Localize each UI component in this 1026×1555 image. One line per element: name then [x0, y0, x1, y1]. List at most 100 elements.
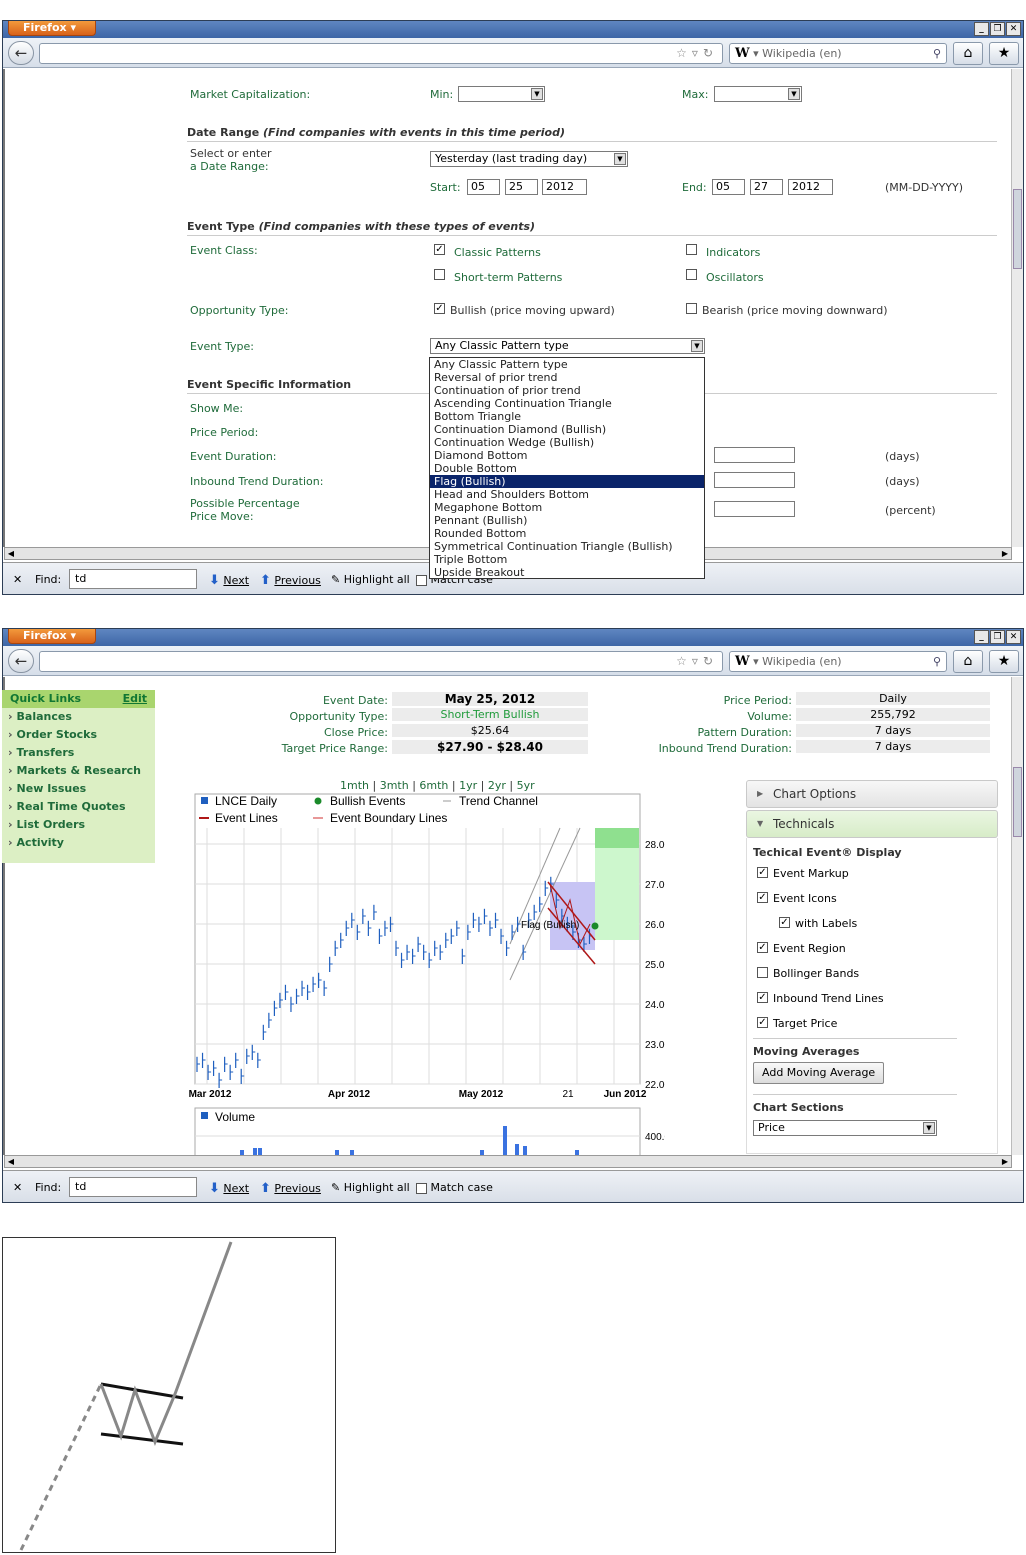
firefox-menu-button-2[interactable]: Firefox ▾ [8, 629, 96, 644]
technical-option[interactable]: ✓ Event Icons [747, 886, 997, 911]
bookmarks-button[interactable]: ★ [989, 42, 1019, 65]
dropdown-option[interactable]: Any Classic Pattern type [430, 358, 704, 371]
horizontal-scrollbar-2[interactable]: ◀ ▶ [4, 1155, 1012, 1168]
dropdown-option[interactable]: Diamond Bottom [430, 449, 704, 462]
quick-link-item[interactable]: Activity [2, 834, 155, 852]
close-find-icon-2[interactable]: ✕ [13, 1181, 22, 1194]
url-input-2[interactable]: ☆▿↻ [39, 651, 723, 672]
restore-icon-2[interactable]: ❐ [990, 630, 1005, 644]
next-button-2[interactable]: ⬇ Next [209, 1181, 249, 1196]
quick-link-item[interactable]: List Orders [2, 816, 155, 834]
indicators-checkbox[interactable] [686, 244, 697, 255]
range-link[interactable]: 1mth [340, 779, 369, 792]
option-checkbox[interactable] [757, 967, 768, 978]
dropdown-option[interactable]: Reversal of prior trend [430, 371, 704, 384]
dropdown-option[interactable]: Symmetrical Continuation Triangle (Bulli… [430, 540, 704, 553]
end-day-input[interactable]: 27 [750, 179, 783, 195]
dropdown-option[interactable]: Pennant (Bullish) [430, 514, 704, 527]
find-input-2[interactable]: td [69, 1177, 197, 1197]
bookmark-star-icon-2[interactable]: ☆▿↻ [676, 654, 718, 668]
previous-button[interactable]: ⬆ Previous [260, 573, 321, 588]
back-button[interactable]: ← [8, 41, 34, 65]
add-moving-average-button[interactable]: Add Moving Average [753, 1062, 885, 1084]
minimize-icon[interactable]: _ [974, 22, 989, 36]
technicals-header[interactable]: ▼ Technicals [746, 810, 998, 838]
vertical-scrollbar[interactable] [1011, 69, 1023, 547]
oscillators-checkbox[interactable] [686, 269, 697, 280]
range-link[interactable]: 1yr [459, 779, 477, 792]
quick-link-item[interactable]: Markets & Research [2, 762, 155, 780]
chart-options-header[interactable]: ▶ Chart Options [746, 780, 998, 808]
event-type-dropdown-list[interactable]: Any Classic Pattern type Reversal of prio… [429, 357, 705, 579]
classic-patterns-checkbox[interactable]: ✓ [434, 244, 445, 255]
end-month-input[interactable]: 05 [712, 179, 745, 195]
date-range-select[interactable]: Yesterday (last trading day) ▼ [430, 151, 628, 167]
option-checkbox[interactable]: ✓ [757, 867, 768, 878]
option-checkbox[interactable]: ✓ [757, 892, 768, 903]
dropdown-option[interactable]: Double Bottom [430, 462, 704, 475]
bullish-checkbox[interactable]: ✓ [434, 303, 445, 314]
dropdown-option[interactable]: Continuation of prior trend [430, 384, 704, 397]
range-link[interactable]: 3mth [380, 779, 409, 792]
next-button[interactable]: ⬇ Next [209, 573, 249, 588]
home-button[interactable]: ⌂ [953, 42, 983, 65]
option-checkbox[interactable]: ✓ [779, 917, 790, 928]
restore-icon[interactable]: ❐ [990, 22, 1005, 36]
min-select[interactable]: ▼ [458, 86, 545, 102]
range-link[interactable]: 5yr [517, 779, 535, 792]
url-input[interactable]: ☆▿↻ [39, 43, 723, 64]
dropdown-option[interactable]: Flag (Bullish) [430, 475, 704, 488]
bookmark-star-icon[interactable]: ☆▿↻ [676, 46, 718, 60]
start-year-input[interactable]: 2012 [542, 179, 587, 195]
vertical-scrollbar-2[interactable] [1011, 677, 1023, 1155]
dropdown-option[interactable]: Upside Breakout [430, 566, 704, 579]
firefox-menu-button[interactable]: Firefox ▾ [8, 21, 96, 36]
quick-link-item[interactable]: Order Stocks [2, 726, 155, 744]
dropdown-option[interactable]: Continuation Wedge (Bullish) [430, 436, 704, 449]
range-link[interactable]: 2yr [488, 779, 506, 792]
dropdown-option[interactable]: Triple Bottom [430, 553, 704, 566]
technical-option[interactable]: ✓ Inbound Trend Lines [747, 986, 997, 1011]
previous-button-2[interactable]: ⬆ Previous [260, 1181, 321, 1196]
close-find-icon[interactable]: ✕ [13, 573, 22, 586]
highlight-all-button-2[interactable]: ✎ Highlight all [331, 1181, 410, 1194]
option-checkbox[interactable]: ✓ [757, 942, 768, 953]
quick-link-item[interactable]: Transfers [2, 744, 155, 762]
option-checkbox[interactable]: ✓ [757, 992, 768, 1003]
end-year-input[interactable]: 2012 [788, 179, 833, 195]
highlight-all-button[interactable]: ✎ Highlight all [331, 573, 410, 586]
minimize-icon-2[interactable]: _ [974, 630, 989, 644]
quick-link-item[interactable]: Real Time Quotes [2, 798, 155, 816]
max-select[interactable]: ▼ [714, 86, 802, 102]
bearish-checkbox[interactable] [686, 303, 697, 314]
dropdown-option[interactable]: Megaphone Bottom [430, 501, 704, 514]
chart-section-select[interactable]: Price ▼ [753, 1120, 937, 1136]
technical-option[interactable]: ✓ Event Markup [747, 861, 997, 886]
dropdown-option[interactable]: Bottom Triangle [430, 410, 704, 423]
technical-option[interactable]: ✓ Target Price [747, 1011, 997, 1036]
bookmarks-button-2[interactable]: ★ [989, 650, 1019, 673]
option-checkbox[interactable]: ✓ [757, 1017, 768, 1028]
start-month-input[interactable]: 05 [467, 179, 500, 195]
inbound-max-input[interactable] [714, 472, 795, 488]
find-input[interactable]: td [69, 569, 197, 589]
short-term-checkbox[interactable] [434, 269, 445, 280]
search-icon-2[interactable]: ⚲ [933, 652, 941, 671]
search-input[interactable]: W ▾ Wikipedia (en) ⚲ [729, 43, 947, 64]
technical-option[interactable]: ✓ with Labels [747, 911, 997, 936]
duration-max-input[interactable] [714, 447, 795, 463]
start-day-input[interactable]: 25 [505, 179, 538, 195]
dropdown-option[interactable]: Continuation Diamond (Bullish) [430, 423, 704, 436]
search-input-2[interactable]: W ▾ Wikipedia (en) ⚲ [729, 651, 947, 672]
edit-link[interactable]: Edit [123, 690, 147, 708]
dropdown-option[interactable]: Ascending Continuation Triangle [430, 397, 704, 410]
technical-option[interactable]: Bollinger Bands [747, 961, 997, 986]
technical-option[interactable]: ✓ Event Region [747, 936, 997, 961]
close-icon-2[interactable]: ✕ [1006, 630, 1021, 644]
back-button-2[interactable]: ← [8, 649, 34, 673]
dropdown-option[interactable]: Head and Shoulders Bottom [430, 488, 704, 501]
match-case-checkbox-2[interactable]: Match case [416, 1181, 493, 1194]
move-max-input[interactable] [714, 501, 795, 517]
quick-link-item[interactable]: Balances [2, 708, 155, 726]
search-icon[interactable]: ⚲ [933, 44, 941, 63]
